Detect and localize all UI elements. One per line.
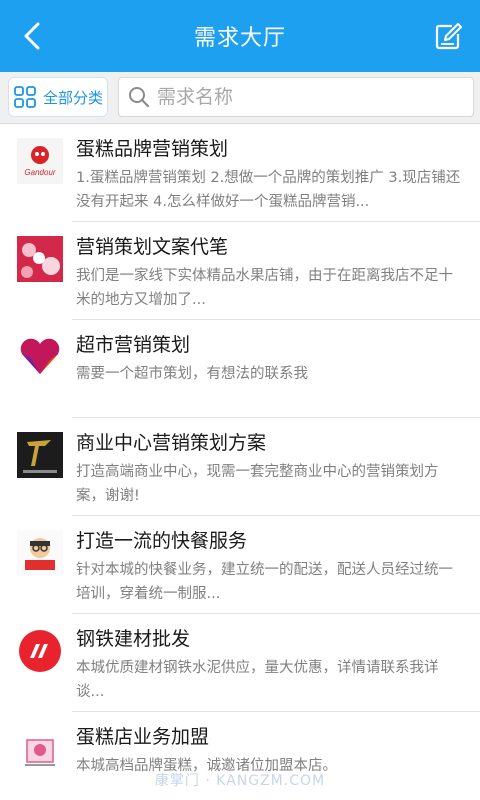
item-description: 1.蛋糕品牌营销策划 2.想做一个品牌的策划推广 3.现店铺还没有开起来 4.怎… [76,170,461,210]
list-item[interactable]: 打造一流的快餐服务 针对本城的快餐业务，建立统一的配送，配送人员经过统一培训，穿… [0,516,480,614]
list-item[interactable]: 营销策划文案代笔 我们是一家线下实体精品水果店铺，由于在距离我店不足十米的地方又… [0,222,480,320]
item-thumbnail: Gandour [17,138,63,184]
item-description: 本城高档品牌蛋糕，诚邀诸位加盟本店。 [76,758,337,774]
item-description: 针对本城的快餐业务，建立统一的配送，配送人员经过统一培训，穿着统一制服... [76,562,453,602]
item-title: 打造一流的快餐服务 [76,530,248,552]
demand-list: Gandour 蛋糕品牌营销策划 1.蛋糕品牌营销策划 2.想做一个品牌的策划推… [0,124,480,800]
item-description: 我们是一家线下实体精品水果店铺，由于在距离我店不足十米的地方又增加了... [76,268,453,308]
category-label: 全部分类 [42,88,103,107]
list-item[interactable]: 商业中心营销策划方案 打造高端商业中心，现需一套完整商业中心的营销策划方案，谢谢… [0,418,480,516]
item-description: 本城优质建材钢铁水泥供应，量大优惠，详情请联系我详谈... [76,660,439,700]
item-description: 需要一个超市策划，有想法的联系我 [76,366,308,382]
search-icon [129,87,150,108]
item-description: 打造高端商业中心，现需一套完整商业中心的营销策划方案，谢谢! [76,464,439,504]
list-item[interactable]: Gandour 蛋糕品牌营销策划 1.蛋糕品牌营销策划 2.想做一个品牌的策划推… [0,124,480,222]
list-item[interactable]: 超市营销策划 需要一个超市策划，有想法的联系我 [0,320,480,418]
item-thumbnail [17,236,63,282]
item-thumbnail [17,334,63,380]
back-icon[interactable] [14,18,50,54]
search-input[interactable] [157,86,457,108]
app-header: 需求大厅 [0,0,480,72]
page-title: 需求大厅 [193,26,286,51]
item-title: 商业中心营销策划方案 [76,432,267,454]
search-box[interactable] [118,77,474,117]
edit-icon[interactable] [430,18,466,54]
filter-bar: 全部分类 [0,72,480,124]
item-logo-text: Gandour [24,168,55,177]
item-thumbnail [17,530,63,576]
list-item[interactable]: 钢铁建材批发 本城优质建材钢铁水泥供应，量大优惠，详情请联系我详谈... [0,614,480,712]
grid-icon [14,86,36,108]
item-title: 钢铁建材批发 [76,628,191,650]
item-title: 营销策划文案代笔 [76,236,229,258]
list-item[interactable]: 蛋糕店业务加盟 本城高档品牌蛋糕，诚邀诸位加盟本店。 [0,712,480,800]
category-button[interactable]: 全部分类 [8,77,108,117]
item-title: 超市营销策划 [76,334,191,356]
item-thumbnail [17,432,63,478]
item-title: 蛋糕品牌营销策划 [76,138,229,160]
item-thumbnail [17,628,63,674]
item-title: 蛋糕店业务加盟 [76,726,210,748]
item-thumbnail [17,726,63,772]
